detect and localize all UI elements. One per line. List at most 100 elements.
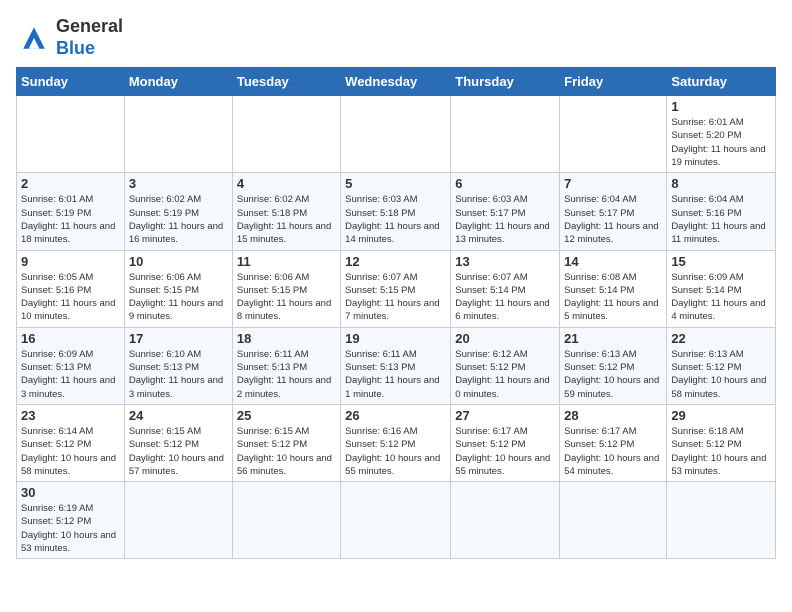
day-info: Sunrise: 6:11 AM Sunset: 5:13 PM Dayligh… [237, 348, 336, 401]
calendar-cell: 17Sunrise: 6:10 AM Sunset: 5:13 PM Dayli… [124, 327, 232, 404]
day-info: Sunrise: 6:10 AM Sunset: 5:13 PM Dayligh… [129, 348, 228, 401]
day-number: 6 [455, 176, 555, 191]
calendar-cell [341, 96, 451, 173]
day-info: Sunrise: 6:09 AM Sunset: 5:14 PM Dayligh… [671, 271, 771, 324]
day-info: Sunrise: 6:14 AM Sunset: 5:12 PM Dayligh… [21, 425, 120, 478]
calendar-cell: 16Sunrise: 6:09 AM Sunset: 5:13 PM Dayli… [17, 327, 125, 404]
weekday-header-row: SundayMondayTuesdayWednesdayThursdayFrid… [17, 68, 776, 96]
day-number: 2 [21, 176, 120, 191]
calendar-cell: 18 Sunrise: 6:11 AM Sunset: 5:13 PM Dayli… [232, 327, 340, 404]
calendar-cell: 21Sunrise: 6:13 AM Sunset: 5:12 PM Dayli… [560, 327, 667, 404]
day-number: 11 [237, 254, 336, 269]
calendar-cell: 10Sunrise: 6:06 AM Sunset: 5:15 PM Dayli… [124, 250, 232, 327]
calendar-cell [124, 96, 232, 173]
calendar-cell: 26Sunrise: 6:16 AM Sunset: 5:12 PM Dayli… [341, 404, 451, 481]
calendar-cell: 19 Sunrise: 6:11 AM Sunset: 5:13 PM Dayli… [341, 327, 451, 404]
week-row-2: 9Sunrise: 6:05 AM Sunset: 5:16 PM Daylig… [17, 250, 776, 327]
day-number: 20 [455, 331, 555, 346]
week-row-0: 1 Sunrise: 6:01 AM Sunset: 5:20 PM Daylig… [17, 96, 776, 173]
weekday-header-monday: Monday [124, 68, 232, 96]
day-number: 16 [21, 331, 120, 346]
weekday-header-friday: Friday [560, 68, 667, 96]
day-info: Sunrise: 6:15 AM Sunset: 5:12 PM Dayligh… [129, 425, 228, 478]
calendar-cell: 12 Sunrise: 6:07 AM Sunset: 5:15 PM Dayli… [341, 250, 451, 327]
day-number: 12 [345, 254, 446, 269]
calendar-cell [451, 482, 560, 559]
day-number: 4 [237, 176, 336, 191]
day-number: 10 [129, 254, 228, 269]
calendar: SundayMondayTuesdayWednesdayThursdayFrid… [16, 67, 776, 559]
calendar-cell: 5 Sunrise: 6:03 AM Sunset: 5:18 PM Daylig… [341, 173, 451, 250]
day-number: 14 [564, 254, 662, 269]
page-header: GeneralBlue [16, 16, 776, 59]
calendar-cell: 28Sunrise: 6:17 AM Sunset: 5:12 PM Dayli… [560, 404, 667, 481]
logo-icon [16, 20, 52, 56]
day-number: 15 [671, 254, 771, 269]
calendar-cell: 7Sunrise: 6:04 AM Sunset: 5:17 PM Daylig… [560, 173, 667, 250]
day-number: 21 [564, 331, 662, 346]
day-number: 7 [564, 176, 662, 191]
day-info: Sunrise: 6:08 AM Sunset: 5:14 PM Dayligh… [564, 271, 662, 324]
day-info: Sunrise: 6:05 AM Sunset: 5:16 PM Dayligh… [21, 271, 120, 324]
day-info: Sunrise: 6:03 AM Sunset: 5:17 PM Dayligh… [455, 193, 555, 246]
day-number: 19 [345, 331, 446, 346]
day-info: Sunrise: 6:17 AM Sunset: 5:12 PM Dayligh… [564, 425, 662, 478]
calendar-cell [232, 96, 340, 173]
day-info: Sunrise: 6:07 AM Sunset: 5:14 PM Dayligh… [455, 271, 555, 324]
calendar-cell: 24 Sunrise: 6:15 AM Sunset: 5:12 PM Dayli… [124, 404, 232, 481]
day-number: 13 [455, 254, 555, 269]
day-info: Sunrise: 6:19 AM Sunset: 5:12 PM Dayligh… [21, 502, 120, 555]
calendar-cell: 22Sunrise: 6:13 AM Sunset: 5:12 PM Dayli… [667, 327, 776, 404]
day-number: 24 [129, 408, 228, 423]
week-row-3: 16Sunrise: 6:09 AM Sunset: 5:13 PM Dayli… [17, 327, 776, 404]
day-info: Sunrise: 6:07 AM Sunset: 5:15 PM Dayligh… [345, 271, 446, 324]
day-info: Sunrise: 6:01 AM Sunset: 5:19 PM Dayligh… [21, 193, 120, 246]
calendar-cell: 3Sunrise: 6:02 AM Sunset: 5:19 PM Daylig… [124, 173, 232, 250]
day-info: Sunrise: 6:03 AM Sunset: 5:18 PM Dayligh… [345, 193, 446, 246]
day-number: 27 [455, 408, 555, 423]
calendar-cell: 23 Sunrise: 6:14 AM Sunset: 5:12 PM Dayli… [17, 404, 125, 481]
day-number: 8 [671, 176, 771, 191]
day-info: Sunrise: 6:12 AM Sunset: 5:12 PM Dayligh… [455, 348, 555, 401]
calendar-cell: 25Sunrise: 6:15 AM Sunset: 5:12 PM Dayli… [232, 404, 340, 481]
calendar-cell [451, 96, 560, 173]
week-row-5: 30Sunrise: 6:19 AM Sunset: 5:12 PM Dayli… [17, 482, 776, 559]
calendar-cell: 6 Sunrise: 6:03 AM Sunset: 5:17 PM Daylig… [451, 173, 560, 250]
calendar-cell: 29Sunrise: 6:18 AM Sunset: 5:12 PM Dayli… [667, 404, 776, 481]
day-info: Sunrise: 6:02 AM Sunset: 5:18 PM Dayligh… [237, 193, 336, 246]
calendar-cell [667, 482, 776, 559]
day-number: 23 [21, 408, 120, 423]
calendar-cell: 30Sunrise: 6:19 AM Sunset: 5:12 PM Dayli… [17, 482, 125, 559]
weekday-header-sunday: Sunday [17, 68, 125, 96]
calendar-cell [124, 482, 232, 559]
calendar-cell: 13 Sunrise: 6:07 AM Sunset: 5:14 PM Dayli… [451, 250, 560, 327]
calendar-cell [341, 482, 451, 559]
weekday-header-saturday: Saturday [667, 68, 776, 96]
calendar-cell: 1 Sunrise: 6:01 AM Sunset: 5:20 PM Daylig… [667, 96, 776, 173]
calendar-cell: 9Sunrise: 6:05 AM Sunset: 5:16 PM Daylig… [17, 250, 125, 327]
day-info: Sunrise: 6:02 AM Sunset: 5:19 PM Dayligh… [129, 193, 228, 246]
day-number: 25 [237, 408, 336, 423]
calendar-cell [232, 482, 340, 559]
calendar-cell: 4 Sunrise: 6:02 AM Sunset: 5:18 PM Daylig… [232, 173, 340, 250]
day-info: Sunrise: 6:01 AM Sunset: 5:20 PM Dayligh… [671, 116, 771, 169]
weekday-header-thursday: Thursday [451, 68, 560, 96]
calendar-cell: 20 Sunrise: 6:12 AM Sunset: 5:12 PM Dayli… [451, 327, 560, 404]
day-number: 1 [671, 99, 771, 114]
day-info: Sunrise: 6:17 AM Sunset: 5:12 PM Dayligh… [455, 425, 555, 478]
calendar-cell: 11 Sunrise: 6:06 AM Sunset: 5:15 PM Dayli… [232, 250, 340, 327]
calendar-cell [560, 482, 667, 559]
day-number: 5 [345, 176, 446, 191]
weekday-header-tuesday: Tuesday [232, 68, 340, 96]
calendar-cell [560, 96, 667, 173]
logo-text: GeneralBlue [56, 16, 123, 59]
calendar-cell: 15 Sunrise: 6:09 AM Sunset: 5:14 PM Dayli… [667, 250, 776, 327]
calendar-cell: 27 Sunrise: 6:17 AM Sunset: 5:12 PM Dayli… [451, 404, 560, 481]
day-info: Sunrise: 6:06 AM Sunset: 5:15 PM Dayligh… [237, 271, 336, 324]
day-number: 22 [671, 331, 771, 346]
day-info: Sunrise: 6:16 AM Sunset: 5:12 PM Dayligh… [345, 425, 446, 478]
weekday-header-wednesday: Wednesday [341, 68, 451, 96]
calendar-cell: 8Sunrise: 6:04 AM Sunset: 5:16 PM Daylig… [667, 173, 776, 250]
day-number: 18 [237, 331, 336, 346]
day-info: Sunrise: 6:11 AM Sunset: 5:13 PM Dayligh… [345, 348, 446, 401]
